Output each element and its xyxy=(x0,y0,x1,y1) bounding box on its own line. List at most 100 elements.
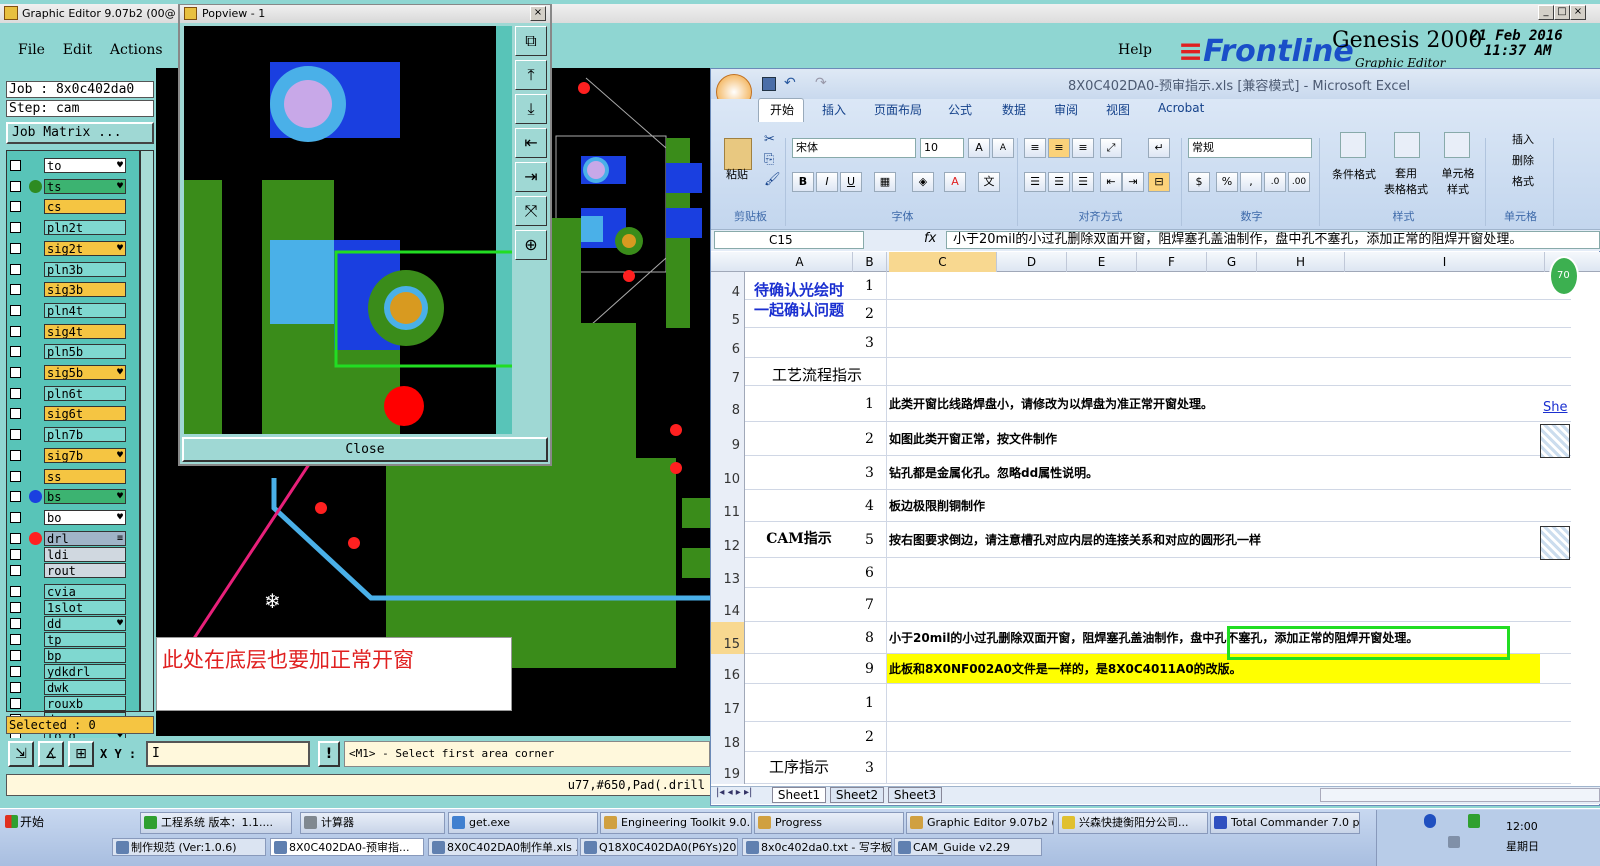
layer-name[interactable]: ss xyxy=(44,468,126,484)
ribbon-tab-4[interactable]: 数据 xyxy=(1002,101,1026,118)
ribbon-tab-7[interactable]: Acrobat xyxy=(1158,101,1204,115)
cell-c[interactable]: 如图此类开窗正常，按文件制作 xyxy=(889,422,1057,456)
cell-b[interactable]: 1 xyxy=(853,272,887,300)
save-icon[interactable] xyxy=(762,77,776,91)
layer-row[interactable]: rout xyxy=(10,562,126,578)
row-header[interactable]: 4 xyxy=(711,272,745,300)
taskbar-item[interactable]: 8x0c402da0.txt - 写字板 xyxy=(742,838,892,856)
row-header[interactable]: 10 xyxy=(711,456,745,490)
table-format-label[interactable]: 套用 表格格式 xyxy=(1378,166,1434,198)
layer-row[interactable]: tp xyxy=(10,631,126,647)
column-header-c[interactable]: C xyxy=(889,252,997,272)
layer-name[interactable]: sig2t ♥ xyxy=(44,240,126,256)
column-header-b[interactable]: B xyxy=(853,252,887,272)
layer-row[interactable]: ldi xyxy=(10,546,126,562)
cell-b[interactable]: 8 xyxy=(853,622,887,654)
tool-zoom-icon[interactable]: ⇲ xyxy=(8,741,34,767)
taskbar-item[interactable]: Progress xyxy=(754,812,904,834)
cell-b[interactable]: 2 xyxy=(853,300,887,328)
layer-checkbox[interactable] xyxy=(10,633,21,645)
border-button[interactable]: ▦ xyxy=(874,172,896,192)
paste-label[interactable]: 粘贴 xyxy=(726,166,748,182)
number-format-select[interactable]: 常规 xyxy=(1188,138,1312,158)
font-color-button[interactable]: A xyxy=(944,172,966,192)
layer-checkbox[interactable] xyxy=(10,470,21,482)
align-right-button[interactable]: ☰ xyxy=(1072,172,1094,192)
layer-row[interactable]: sig3b xyxy=(10,282,126,298)
layer-name[interactable]: pln5b xyxy=(44,344,126,360)
orientation-button[interactable]: ⤢ xyxy=(1100,138,1122,158)
align-left-button[interactable]: ☰ xyxy=(1024,172,1046,192)
table-row[interactable]: 13 6 xyxy=(711,558,1571,588)
italic-button[interactable]: I xyxy=(816,172,838,192)
fill-color-button[interactable]: ◈ xyxy=(912,172,934,192)
format-cells-button[interactable]: 格式 xyxy=(1512,173,1534,189)
row-header[interactable]: 6 xyxy=(711,328,745,358)
ribbon-tab-6[interactable]: 视图 xyxy=(1106,101,1130,118)
layer-name[interactable]: pln4t xyxy=(44,302,126,318)
layer-checkbox[interactable] xyxy=(10,649,21,661)
cell-b[interactable]: 2 xyxy=(853,722,887,752)
layer-name[interactable]: pln2t xyxy=(44,220,126,236)
layer-checkbox[interactable] xyxy=(10,548,21,560)
ribbon-tab-5[interactable]: 审阅 xyxy=(1054,101,1078,118)
popview-close-x[interactable]: × xyxy=(530,6,546,21)
layer-row[interactable]: sig2t ♥ xyxy=(10,240,126,256)
layer-row[interactable]: ts ♥ xyxy=(10,178,126,194)
column-header-a[interactable]: A xyxy=(747,252,853,272)
row-header[interactable]: 14 xyxy=(711,588,745,622)
layer-name[interactable]: rout xyxy=(44,562,126,578)
ribbon-tab-1[interactable]: 插入 xyxy=(822,101,846,118)
cell-b[interactable]: 4 xyxy=(853,490,887,522)
layer-checkbox[interactable] xyxy=(10,201,21,213)
taskbar-item[interactable]: Engineering Toolkit 9.0... xyxy=(600,812,752,834)
layer-row[interactable]: bp xyxy=(10,647,126,663)
layer-name[interactable]: sig4t xyxy=(44,323,126,339)
layer-checkbox[interactable] xyxy=(10,564,21,576)
taskbar-item[interactable]: CAM_Guide v2.29 xyxy=(894,838,1042,856)
layer-row[interactable]: pln6t xyxy=(10,385,126,401)
layer-checkbox[interactable] xyxy=(10,160,21,171)
merge-button[interactable]: ⊟ xyxy=(1148,172,1170,192)
sheet-tab-1[interactable]: Sheet1 xyxy=(772,787,826,803)
taskbar-item[interactable]: 8X0C402DA0-预审指... xyxy=(270,838,424,856)
align-top-button[interactable]: ≡ xyxy=(1024,138,1046,158)
minimize-button[interactable]: _ xyxy=(1538,5,1554,20)
row-header[interactable]: 17 xyxy=(711,684,745,722)
taskbar-item[interactable]: Total Commander 7.0 p... xyxy=(1210,812,1360,834)
taskbar-item[interactable]: 制作规范 (Ver:1.0.6) xyxy=(112,838,266,856)
align-center-button[interactable]: ☰ xyxy=(1048,172,1070,192)
layer-name[interactable]: drl ≡ xyxy=(44,530,126,546)
layer-row[interactable]: ydkdrl xyxy=(10,663,126,679)
layer-name[interactable]: sig7b ♥ xyxy=(44,447,126,463)
layer-checkbox[interactable] xyxy=(10,601,21,613)
insert-cells-button[interactable]: 插入 xyxy=(1512,131,1534,147)
shrink-font-button[interactable]: A xyxy=(992,138,1014,158)
row-header[interactable]: 12 xyxy=(711,522,745,558)
currency-button[interactable]: $ xyxy=(1188,172,1210,192)
layer-row[interactable]: pln5b xyxy=(10,344,126,360)
cell-b[interactable]: 5 xyxy=(853,522,887,558)
layer-checkbox[interactable] xyxy=(10,387,21,399)
layer-row[interactable]: bs ♥ xyxy=(10,489,126,505)
cell-style-label[interactable]: 单元格 样式 xyxy=(1430,166,1486,198)
layer-row[interactable]: dd ♥ xyxy=(10,615,126,631)
increase-decimal-button[interactable]: .0 xyxy=(1264,172,1286,192)
table-format-icon[interactable] xyxy=(1394,132,1420,158)
sheet-grid[interactable]: ABCDEFGHI 4 1 5 2 6 3 7 8 1 此类开窗比线路焊盘小，请修改为以焊盘为准正… xyxy=(711,252,1600,786)
row-header[interactable]: 18 xyxy=(711,722,745,752)
taskbar-item[interactable]: get.exe xyxy=(448,812,598,834)
cell-b[interactable]: 3 xyxy=(853,328,887,358)
cell-c[interactable]: 板边极限削铜制作 xyxy=(889,490,985,522)
align-middle-button[interactable]: ≡ xyxy=(1048,138,1070,158)
function-icon[interactable]: fx xyxy=(924,231,936,246)
tool-grid-icon[interactable]: ⊞ xyxy=(68,741,94,767)
layer-checkbox[interactable] xyxy=(10,367,21,378)
layer-name[interactable]: to ♥ xyxy=(44,158,126,173)
layer-row[interactable]: drl ≡ xyxy=(10,530,126,546)
taskbar-item[interactable]: 8X0C402DA0制作单.xls ... xyxy=(428,838,578,856)
layer-name[interactable]: ydkdrl xyxy=(44,663,126,679)
row-header[interactable]: 7 xyxy=(711,358,745,386)
layer-checkbox[interactable] xyxy=(10,491,21,503)
taskbar-item[interactable]: 兴森快捷衡阳分公司... xyxy=(1058,812,1208,834)
